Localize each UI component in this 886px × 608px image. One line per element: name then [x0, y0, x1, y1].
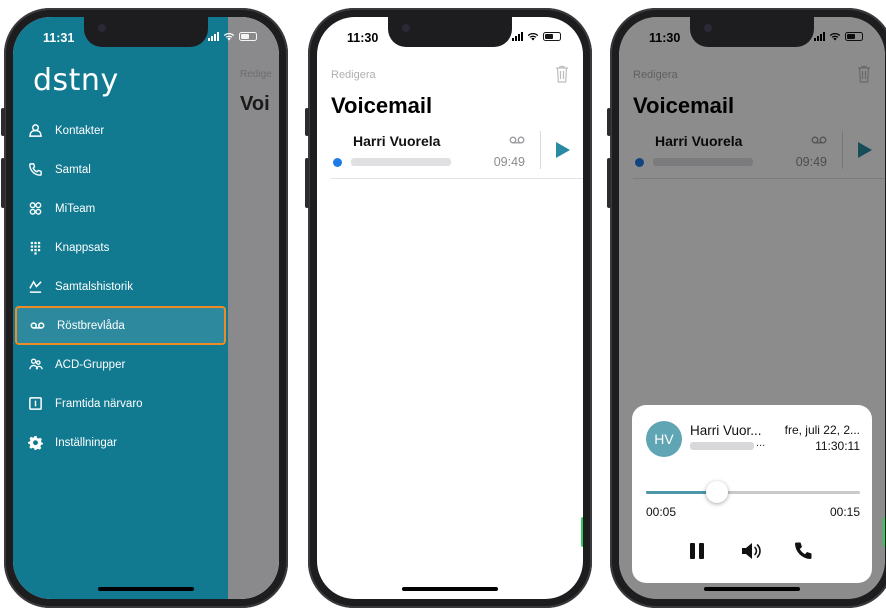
- phone-frame-player: 11:30 Redigera Voicemail Harri Vuorela 0…: [607, 8, 886, 608]
- menu-item-installningar[interactable]: Inställningar: [13, 423, 228, 462]
- status-icons: [814, 32, 863, 41]
- caller-name: Harri Vuorela: [353, 133, 441, 149]
- side-indicator: [581, 517, 583, 547]
- screen-player: 11:30 Redigera Voicemail Harri Vuorela 0…: [619, 17, 885, 599]
- battery-icon: [543, 32, 561, 41]
- side-button: [1, 108, 5, 136]
- notch: [690, 17, 814, 47]
- menu-item-miteam[interactable]: MiTeam: [13, 189, 228, 228]
- trash-icon[interactable]: [555, 65, 569, 83]
- side-button: [305, 108, 309, 136]
- side-indicator: [883, 517, 885, 547]
- future-presence-icon: [27, 396, 43, 412]
- notch: [84, 17, 208, 47]
- navigation-drawer: dstny Kontakter Samtal MiTeam Knappsats: [13, 17, 228, 599]
- page-title: Voicemail: [331, 93, 433, 118]
- menu-item-kontakter[interactable]: Kontakter: [13, 111, 228, 150]
- voicemail-time: 09:49: [493, 155, 525, 169]
- phone-frame-menu: 11:31 Redige Voi dstny Kontakter Samtal: [1, 8, 288, 608]
- status-time: 11:30: [649, 31, 681, 45]
- status-time: 11:31: [43, 31, 75, 45]
- home-indicator: [402, 587, 498, 591]
- unread-dot: [333, 158, 342, 167]
- menu-item-framtida-narvaro[interactable]: Framtida närvaro: [13, 384, 228, 423]
- signal-icon: [208, 32, 219, 41]
- dstny-logo: dstny: [33, 63, 119, 98]
- play-icon[interactable]: [555, 141, 571, 159]
- voicemail-icon: [29, 318, 45, 334]
- avatar: HV: [646, 421, 682, 457]
- acd-group-icon: [27, 357, 43, 373]
- pause-icon: [690, 543, 704, 559]
- progress-slider[interactable]: [646, 481, 860, 503]
- voicemail-row[interactable]: Harri Vuorela 09:49: [331, 125, 583, 179]
- pause-button[interactable]: [684, 539, 710, 563]
- menu-item-knappsats[interactable]: Knappsats: [13, 228, 228, 267]
- status-icons: [208, 32, 257, 41]
- side-button: [607, 158, 611, 208]
- battery-icon: [239, 32, 257, 41]
- menu-label: MiTeam: [55, 202, 96, 215]
- total-duration: 00:15: [829, 505, 860, 519]
- menu-label: Knappsats: [55, 241, 110, 254]
- wifi-icon: [829, 33, 841, 41]
- screen-voicemail: 11:30 Redigera Voicemail Harri Vuorela 0…: [317, 17, 583, 599]
- menu-label: Kontakter: [55, 124, 105, 137]
- menu-item-samtal[interactable]: Samtal: [13, 150, 228, 189]
- status-time: 11:30: [347, 31, 379, 45]
- number-ellipsis: ...: [756, 437, 766, 449]
- call-back-button[interactable]: [790, 539, 816, 563]
- drawer-menu: Kontakter Samtal MiTeam Knappsats Samtal…: [13, 111, 228, 462]
- menu-item-acd-grupper[interactable]: ACD-Grupper: [13, 345, 228, 384]
- battery-icon: [845, 32, 863, 41]
- home-indicator: [98, 587, 194, 591]
- caller-number-redacted: [690, 442, 754, 450]
- caller-number-redacted: [351, 158, 451, 166]
- side-button: [1, 158, 5, 208]
- camera: [402, 24, 410, 32]
- elapsed-time: 00:05: [646, 505, 677, 519]
- home-indicator: [704, 587, 800, 591]
- menu-item-rostbrevlada[interactable]: Röstbrevlåda: [15, 306, 226, 345]
- menu-label: Samtal: [55, 163, 91, 176]
- slider-thumb[interactable]: [705, 481, 728, 503]
- phone-icon: [795, 542, 812, 559]
- call-history-icon: [27, 279, 43, 295]
- wifi-icon: [223, 33, 235, 41]
- voicemail-clock: 11:30:11: [815, 439, 860, 453]
- wifi-icon: [527, 33, 539, 41]
- screen-menu: 11:31 Redige Voi dstny Kontakter Samtal: [13, 17, 279, 599]
- edit-button[interactable]: Redigera: [331, 69, 376, 81]
- menu-label: Inställningar: [55, 436, 118, 449]
- keypad-icon: [27, 240, 43, 256]
- menu-label: Röstbrevlåda: [57, 319, 125, 332]
- side-button: [607, 108, 611, 136]
- voicemail-player-sheet: HV Harri Vuor... ... fre, juli 22, 2... …: [632, 405, 872, 583]
- side-button: [305, 158, 309, 208]
- phone-icon: [27, 162, 43, 178]
- phone-frame-voicemail: 11:30 Redigera Voicemail Harri Vuorela 0…: [305, 8, 592, 608]
- menu-label: Framtida närvaro: [55, 397, 143, 410]
- menu-label: ACD-Grupper: [55, 358, 126, 371]
- voicemail-icon: [509, 136, 525, 144]
- caller-name: Harri Vuor...: [690, 423, 762, 438]
- menu-item-samtalshistorik[interactable]: Samtalshistorik: [13, 267, 228, 306]
- signal-icon: [512, 32, 523, 41]
- status-icons: [512, 32, 561, 41]
- camera: [704, 24, 712, 32]
- notch: [388, 17, 512, 47]
- team-icon: [27, 201, 43, 217]
- voicemail-date: fre, juli 22, 2...: [784, 423, 860, 437]
- divider: [540, 131, 541, 169]
- person-icon: [27, 123, 43, 139]
- camera: [98, 24, 106, 32]
- background-title: Voi: [240, 93, 270, 115]
- menu-label: Samtalshistorik: [55, 280, 133, 293]
- speaker-icon: [742, 543, 761, 559]
- signal-icon: [814, 32, 825, 41]
- background-edit-label: Redige: [240, 69, 272, 80]
- speaker-button[interactable]: [738, 539, 764, 563]
- dimmed-background: Redige Voi: [228, 17, 279, 599]
- settings-gear-icon: [27, 435, 43, 451]
